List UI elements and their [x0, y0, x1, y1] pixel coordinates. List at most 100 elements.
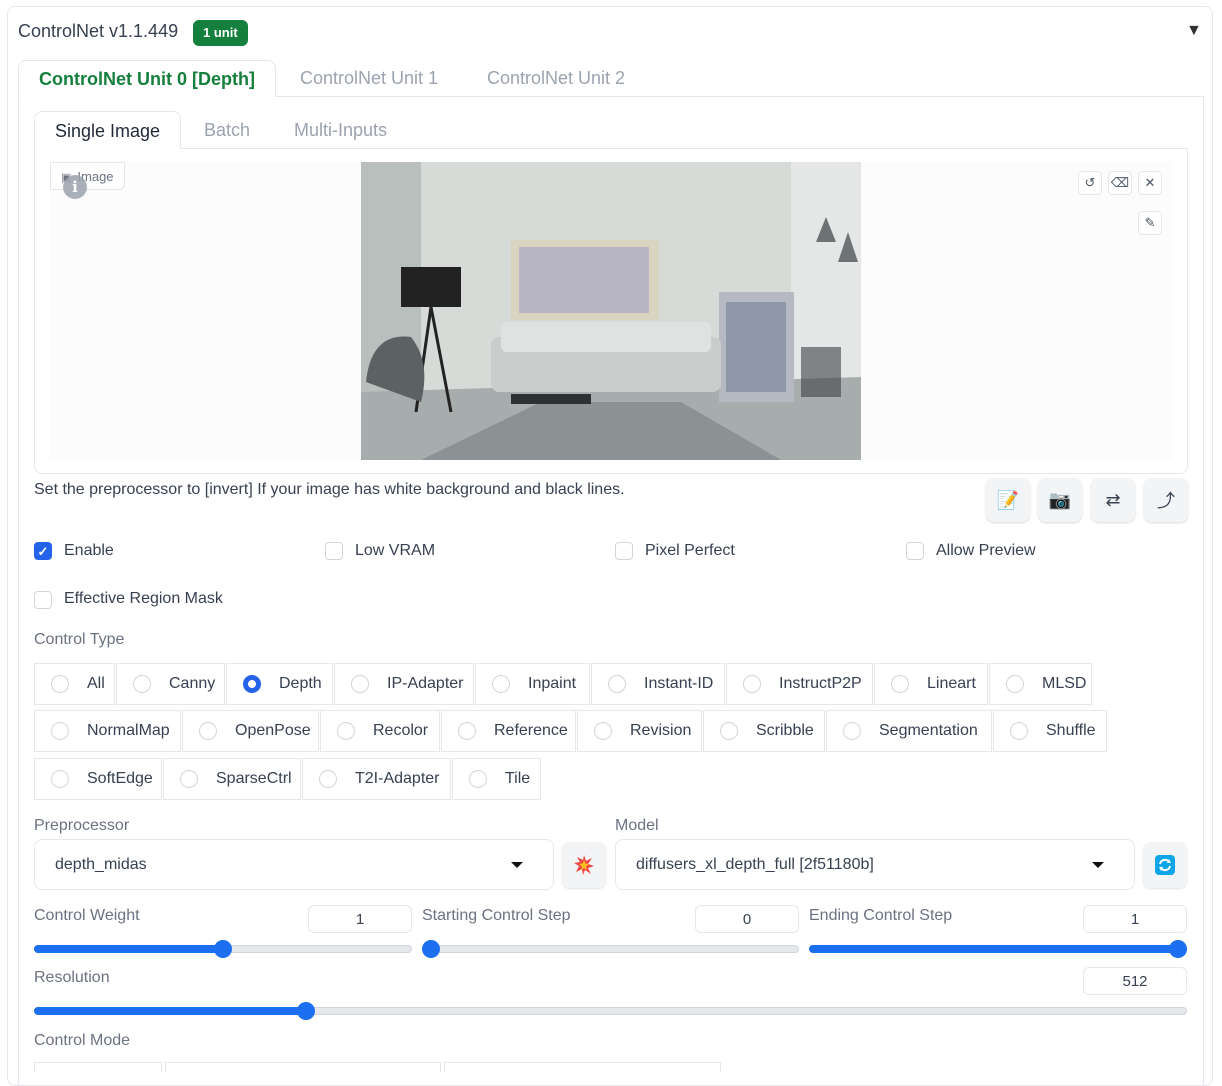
radio-tile[interactable]: Tile [452, 758, 541, 800]
radio-scribble[interactable]: Scribble [703, 710, 825, 752]
pixel-perfect-label: Pixel Perfect [645, 542, 735, 559]
preprocessor-label: Preprocessor [34, 817, 130, 834]
enable-checkbox[interactable]: ✓ [34, 542, 52, 560]
radio-indicator [351, 675, 369, 693]
preprocessor-value: depth_midas [55, 856, 147, 873]
effective-region-mask-checkbox[interactable] [34, 591, 52, 609]
undo-icon[interactable]: ↺ [1078, 171, 1102, 195]
radio-ip-adapter[interactable]: IP-Adapter [334, 663, 474, 705]
radio-indicator [743, 675, 761, 693]
slider-thumb[interactable] [297, 1002, 315, 1020]
control-weight-input[interactable]: 1 [308, 905, 412, 933]
refresh-models-button[interactable] [1143, 842, 1187, 888]
starting-step-label: Starting Control Step [422, 907, 571, 924]
explosion-icon [574, 855, 594, 875]
ending-step-slider[interactable] [809, 940, 1187, 958]
eraser-icon[interactable]: ⌫ [1108, 171, 1132, 195]
radio-t2i-adapter[interactable]: T2I-Adapter [302, 758, 451, 800]
radio-lineart[interactable]: Lineart [874, 663, 988, 705]
radio-label: InstructP2P [779, 675, 862, 692]
tab-single-image[interactable]: Single Image [34, 111, 182, 149]
radio-sparsectrl[interactable]: SparseCtrl [163, 758, 301, 800]
close-icon[interactable]: ✕ [1138, 171, 1162, 195]
radio-revision[interactable]: Revision [577, 710, 702, 752]
slider-fill [34, 945, 223, 953]
radio-normalmap[interactable]: NormalMap [34, 710, 181, 752]
radio-recolor[interactable]: Recolor [320, 710, 440, 752]
slider-track[interactable] [422, 945, 799, 953]
pixel-perfect-checkbox[interactable] [615, 542, 633, 560]
effective-region-mask-label: Effective Region Mask [64, 590, 223, 607]
control-mode-option-2[interactable] [165, 1062, 441, 1072]
radio-label: Tile [505, 770, 531, 787]
slider-thumb[interactable] [1169, 940, 1187, 958]
model-dropdown[interactable]: diffusers_xl_depth_full [2f51180b] [615, 839, 1135, 890]
edit-canvas-icon[interactable]: 📝 [986, 478, 1030, 522]
radio-segmentation[interactable]: Segmentation [826, 710, 992, 752]
brush-icon[interactable]: ✎ [1138, 211, 1162, 235]
slider-thumb[interactable] [422, 940, 440, 958]
radio-indicator [133, 675, 151, 693]
tab-unit-2[interactable]: ControlNet Unit 2 [467, 60, 645, 97]
radio-softedge[interactable]: SoftEdge [34, 758, 162, 800]
radio-depth[interactable]: Depth [226, 663, 333, 705]
radio-label: OpenPose [235, 722, 311, 739]
radio-label: Reference [494, 722, 568, 739]
input-image [361, 162, 861, 460]
webcam-icon[interactable]: 📷 [1038, 478, 1082, 522]
radio-reference[interactable]: Reference [441, 710, 576, 752]
resolution-input[interactable]: 512 [1083, 967, 1187, 995]
radio-instant-id[interactable]: Instant-ID [591, 663, 725, 705]
radio-label: SparseCtrl [216, 770, 292, 787]
radio-label: Segmentation [879, 722, 978, 739]
chevron-down-icon [1092, 862, 1104, 868]
preprocessor-dropdown[interactable]: depth_midas [34, 839, 554, 890]
radio-shuffle[interactable]: Shuffle [993, 710, 1107, 752]
radio-indicator [51, 675, 69, 693]
radio-mlsd[interactable]: MLSD [989, 663, 1092, 705]
run-preprocessor-button[interactable] [562, 842, 606, 888]
radio-indicator [243, 675, 261, 693]
radio-label: MLSD [1042, 675, 1087, 692]
radio-indicator [319, 770, 337, 788]
starting-step-input[interactable]: 0 [695, 905, 799, 933]
radio-label: NormalMap [87, 722, 170, 739]
control-mode-option-1[interactable] [34, 1062, 162, 1072]
send-dimensions-icon[interactable]: ⤴ [1144, 478, 1188, 522]
radio-openpose[interactable]: OpenPose [182, 710, 319, 752]
image-field-label: ▣Image [50, 162, 125, 190]
info-icon[interactable]: i [63, 175, 87, 199]
radio-indicator [458, 722, 476, 740]
tab-batch[interactable]: Batch [184, 111, 270, 149]
tab-multi-inputs[interactable]: Multi-Inputs [274, 111, 407, 149]
radio-label: Canny [169, 675, 216, 692]
unit-count-badge: 1 unit [193, 20, 248, 46]
allow-preview-checkbox[interactable] [906, 542, 924, 560]
slider-fill [34, 1007, 301, 1015]
radio-indicator [608, 675, 626, 693]
radio-instructp2p[interactable]: InstructP2P [726, 663, 873, 705]
radio-label: Lineart [927, 675, 976, 692]
radio-label: Recolor [373, 722, 429, 739]
model-value: diffusers_xl_depth_full [2f51180b] [636, 856, 874, 873]
radio-inpaint[interactable]: Inpaint [475, 663, 590, 705]
control-mode-option-3[interactable] [444, 1062, 721, 1072]
swap-icon[interactable]: ⇄ [1091, 478, 1135, 522]
control-weight-slider[interactable] [34, 940, 412, 958]
tab-unit-0[interactable]: ControlNet Unit 0 [Depth] [18, 60, 276, 97]
radio-indicator [337, 722, 355, 740]
radio-indicator [891, 675, 909, 693]
tab-unit-1[interactable]: ControlNet Unit 1 [280, 60, 458, 97]
slider-thumb[interactable] [214, 940, 232, 958]
radio-all[interactable]: All [34, 663, 115, 705]
ending-step-input[interactable]: 1 [1083, 905, 1187, 933]
radio-canny[interactable]: Canny [116, 663, 225, 705]
resolution-slider[interactable] [34, 1002, 1187, 1020]
low-vram-checkbox[interactable] [325, 542, 343, 560]
radio-label: Scribble [756, 722, 814, 739]
starting-step-slider[interactable] [422, 940, 799, 958]
panel-title: ControlNet v1.1.449 [18, 21, 179, 41]
collapse-triangle-icon[interactable]: ▼ [1186, 22, 1202, 40]
radio-label: T2I-Adapter [355, 770, 440, 787]
radio-label: Shuffle [1046, 722, 1096, 739]
